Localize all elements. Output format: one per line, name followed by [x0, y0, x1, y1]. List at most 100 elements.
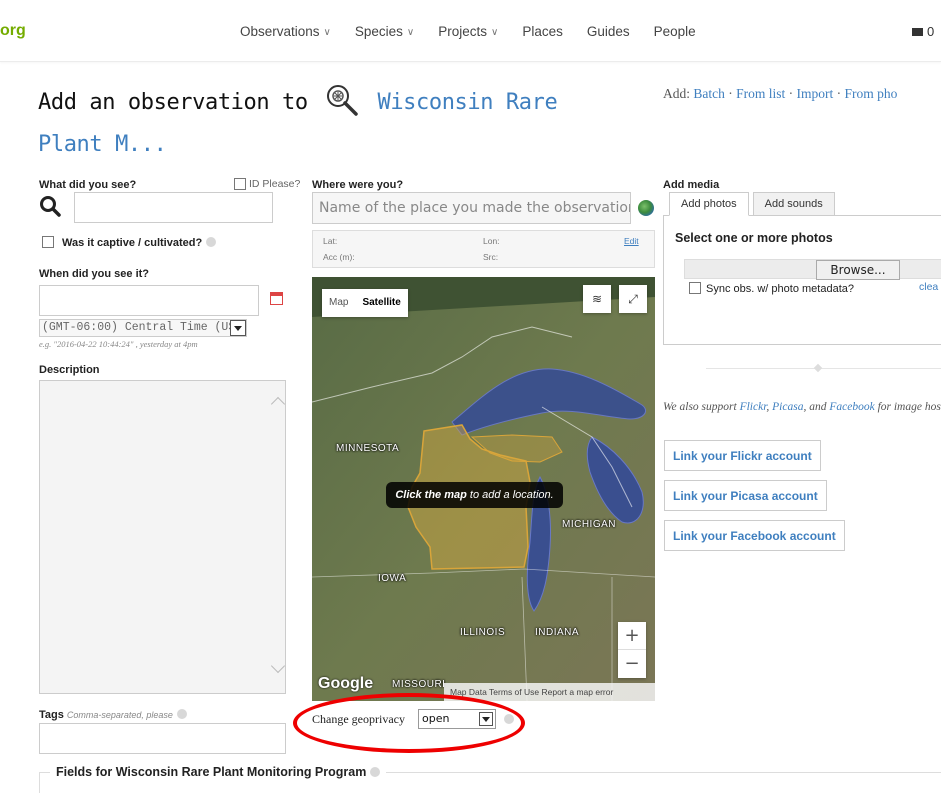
where-label: Where were you? [312, 179, 404, 191]
add-prefix: Add: [663, 86, 690, 101]
link-flickr-button[interactable]: Link your Flickr account [664, 440, 821, 471]
map-label-indiana: INDIANA [535, 627, 580, 638]
scroll-up-icon[interactable] [270, 396, 286, 412]
src-label: Src: [483, 252, 499, 262]
fieldset-border-left [39, 772, 40, 793]
annotation-ellipse [293, 693, 525, 753]
divider-ornament [813, 363, 823, 373]
zoom-control: + − [618, 622, 646, 678]
map-label-illinois: ILLINOIS [460, 627, 506, 638]
chevron-down-icon: ∨ [491, 27, 499, 38]
scroll-down-icon[interactable] [270, 658, 286, 674]
nav-places[interactable]: Places [522, 24, 563, 39]
nav-observations[interactable]: Observations ∨ [240, 24, 331, 39]
captive-checkbox[interactable] [42, 236, 54, 248]
description-textarea[interactable] [39, 380, 286, 694]
top-navbar: org Observations ∨ Species ∨ Projects ∨ Pla… [0, 0, 941, 62]
lat-label: Lat: [323, 236, 338, 246]
add-batch-link[interactable]: Batch [693, 86, 725, 101]
file-input[interactable] [684, 259, 941, 279]
map-type-satellite[interactable]: Satellite [355, 289, 407, 317]
add-from-list-link[interactable]: From list [736, 86, 785, 101]
site-logo[interactable]: org [0, 22, 26, 40]
map-type-map[interactable]: Map [322, 289, 355, 317]
layers-icon[interactable]: ≋ [583, 285, 611, 313]
place-input[interactable]: Name of the place you made the observati… [312, 192, 631, 224]
page-title-prefix: Add an observation to [38, 90, 308, 115]
map-label-michigan: MICHIGAN [562, 519, 616, 530]
nav-guides[interactable]: Guides [587, 24, 630, 39]
tags-input[interactable] [39, 723, 286, 754]
zoom-in-button[interactable]: + [618, 622, 646, 650]
messages-button[interactable]: 0 [912, 24, 934, 39]
help-icon[interactable] [176, 709, 187, 719]
acc-label: Acc (m): [323, 252, 355, 262]
date-input[interactable] [39, 285, 259, 316]
species-input[interactable] [74, 192, 273, 223]
help-icon[interactable] [370, 767, 381, 777]
lon-label: Lon: [483, 236, 500, 246]
map-tooltip: Click the map to add a location. [386, 482, 563, 508]
location-map[interactable]: Map Satellite ≋ ⤢ MINNESOTA MICHIGAN IOW… [312, 277, 655, 701]
support-and: and [809, 401, 827, 413]
clear-link[interactable]: clea [919, 281, 938, 293]
chevron-down-icon[interactable] [230, 320, 246, 336]
divider [706, 368, 941, 369]
id-please-label: ID Please? [249, 178, 301, 190]
sync-metadata-label: Sync obs. w/ photo metadata? [706, 283, 854, 295]
date-hint: e.g. "2016-04-22 10:44:24" , yesterday a… [39, 339, 198, 349]
flickr-link[interactable]: Flickr [740, 401, 767, 413]
browse-button[interactable]: Browse... [816, 260, 900, 280]
search-icon [40, 196, 61, 217]
support-suffix: for image hosting. [877, 401, 941, 413]
coordinates-panel: Lat: Lon: Edit Acc (m): Src: [312, 230, 655, 268]
nav-species-label: Species [354, 24, 403, 39]
timezone-select[interactable]: (GMT-06:00) Central Time (US [39, 319, 247, 337]
link-facebook-button[interactable]: Link your Facebook account [664, 520, 845, 551]
zoom-out-button[interactable]: − [618, 650, 646, 678]
tags-label-row: Tags Comma-separated, please [39, 709, 187, 721]
when-label: When did you see it? [39, 268, 150, 280]
facebook-link[interactable]: Facebook [829, 401, 874, 413]
map-type-control: Map Satellite [322, 289, 408, 317]
sync-metadata-checkbox[interactable] [689, 282, 701, 294]
fullscreen-icon[interactable]: ⤢ [619, 285, 647, 313]
captive-label-text: Was it captive / cultivated? [62, 237, 203, 249]
id-please-checkbox[interactable] [234, 178, 246, 190]
tab-add-sounds[interactable]: Add sounds [752, 192, 835, 216]
tab-add-photos[interactable]: Add photos [669, 192, 749, 216]
help-icon[interactable] [206, 237, 217, 247]
select-photos-heading: Select one or more photos [675, 231, 833, 245]
add-from-photos-link[interactable]: From pho [845, 86, 898, 101]
tags-hint: Comma-separated, please [66, 710, 173, 720]
main-nav: Observations ∨ Species ∨ Projects ∨ Places … [240, 24, 720, 39]
add-media-label: Add media [663, 179, 720, 191]
magnifier-leaf-icon [326, 85, 358, 116]
calendar-icon[interactable] [270, 292, 283, 305]
map-tooltip-rest: to add a location. [466, 489, 554, 501]
edit-coords-link[interactable]: Edit [624, 236, 639, 246]
map-label-minnesota: MINNESOTA [336, 443, 400, 454]
tags-label: Tags [39, 709, 64, 721]
project-fields-legend-text: Fields for Wisconsin Rare Plant Monitori… [56, 765, 367, 779]
map-tooltip-emph: Click the map [395, 489, 467, 501]
nav-species[interactable]: Species ∨ [355, 24, 414, 39]
support-prefix: We also support [663, 401, 737, 413]
add-links: Add: Batch · From list · Import · From p… [663, 86, 898, 101]
picasa-link[interactable]: Picasa [772, 401, 803, 413]
add-import-link[interactable]: Import [797, 86, 834, 101]
project-fields-legend: Fields for Wisconsin Rare Plant Monitori… [50, 765, 387, 779]
nav-projects[interactable]: Projects ∨ [438, 24, 498, 39]
globe-icon[interactable] [638, 200, 654, 216]
envelope-icon [912, 28, 923, 36]
link-picasa-button[interactable]: Link your Picasa account [664, 480, 827, 511]
nav-projects-label: Projects [438, 24, 488, 39]
captive-label: Was it captive / cultivated? [62, 237, 217, 249]
google-logo: Google [318, 675, 374, 692]
page-title: Add an observation to Wisconsin Rare Pla… [38, 82, 558, 166]
description-label: Description [39, 364, 100, 376]
nav-observations-label: Observations [240, 24, 320, 39]
nav-people[interactable]: People [654, 24, 696, 39]
what-label: What did you see? [39, 179, 137, 191]
chevron-down-icon: ∨ [406, 27, 415, 38]
